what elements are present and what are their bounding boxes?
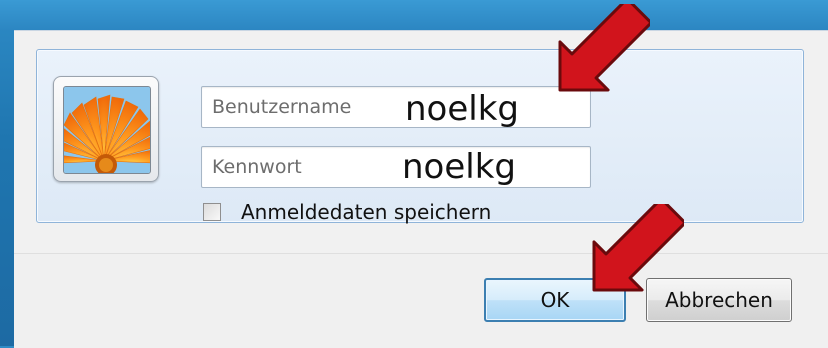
password-field[interactable]: Kennwort noelkg xyxy=(201,146,591,188)
flower-picture xyxy=(64,87,150,173)
username-value: noelkg xyxy=(405,89,519,129)
button-bar: OK Abbrechen xyxy=(14,253,828,348)
remember-credentials-row: Anmeldedaten speichern xyxy=(203,200,491,224)
username-placeholder: Benutzername xyxy=(212,96,352,118)
avatar-frame xyxy=(53,76,159,182)
ok-button[interactable]: OK xyxy=(484,278,626,322)
credential-tile: Benutzername noelkg Kennwort noelkg Anme… xyxy=(36,49,804,224)
orange-flower-icon xyxy=(63,86,151,174)
remember-label: Anmeldedaten speichern xyxy=(241,200,492,224)
remember-checkbox[interactable] xyxy=(203,203,221,221)
password-placeholder: Kennwort xyxy=(212,156,302,178)
username-field[interactable]: Benutzername noelkg xyxy=(201,86,591,129)
login-dialog: Benutzername noelkg Kennwort noelkg Anme… xyxy=(14,30,828,348)
password-value: noelkg xyxy=(402,147,516,187)
cancel-button[interactable]: Abbrechen xyxy=(646,278,792,322)
window-title-bar xyxy=(0,0,828,30)
